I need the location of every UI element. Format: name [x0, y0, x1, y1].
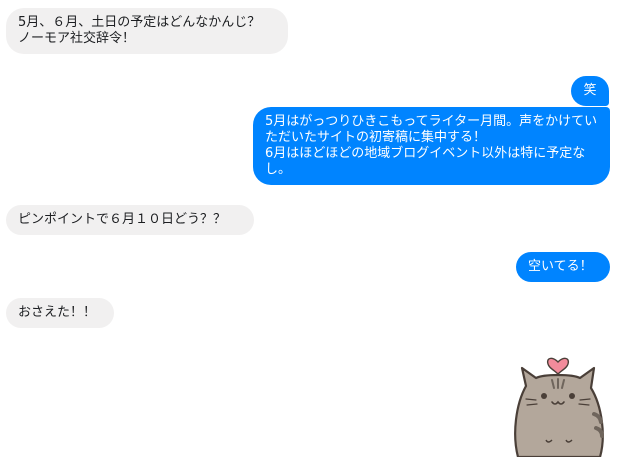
- chat-thread: 5月、６月、土日の予定はどんなかんじ？ ノーモア社交辞令！ 笑 5月はがっつりひ…: [0, 0, 623, 457]
- pusheen-cat-heart-sticker-icon[interactable]: [508, 344, 612, 457]
- cat-eye-right: [569, 393, 575, 399]
- incoming-message-bubble[interactable]: 5月、６月、土日の予定はどんなかんじ？ ノーモア社交辞令！: [6, 8, 288, 54]
- heart-icon: [546, 357, 570, 375]
- outgoing-message-bubble[interactable]: 空いてる！: [516, 252, 610, 282]
- incoming-message-bubble[interactable]: ピンポイントで６月１０日どう？？: [6, 205, 254, 235]
- incoming-message-bubble[interactable]: おさえた！！: [6, 298, 114, 328]
- outgoing-message-bubble[interactable]: 5月はがっつりひきこもってライター月間。声をかけていただいたサイトの初寄稿に集中…: [253, 107, 610, 185]
- cat-eye-left: [541, 393, 547, 399]
- outgoing-message-bubble[interactable]: 笑: [571, 76, 609, 106]
